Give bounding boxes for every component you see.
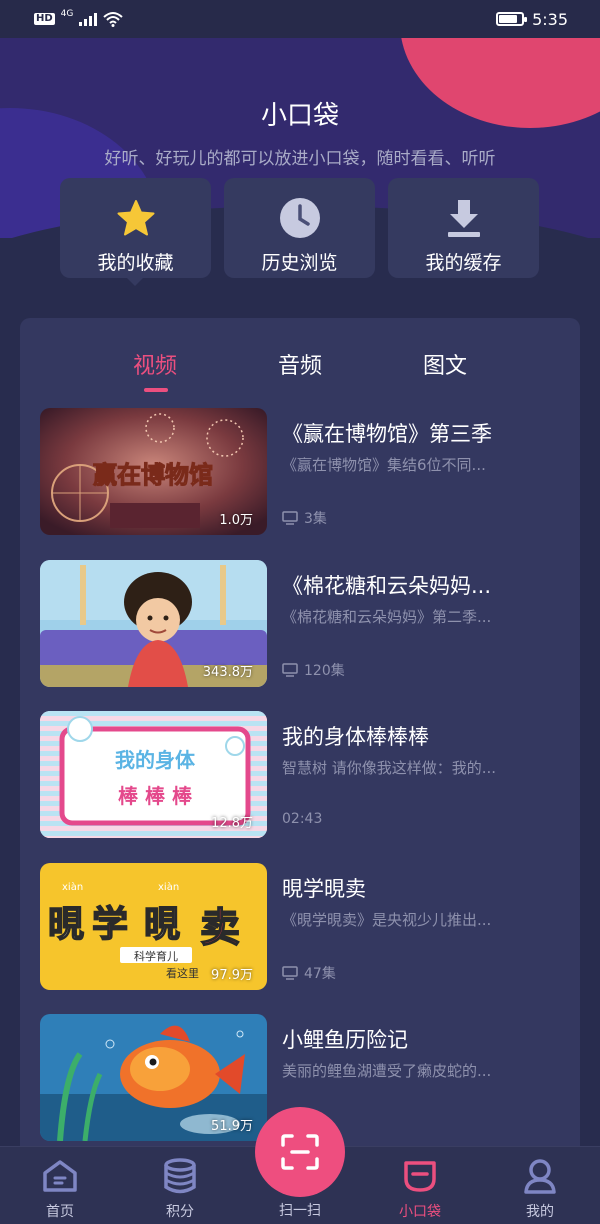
svg-text:晛: 晛 [144, 904, 180, 945]
nav-home-label: 首页 [46, 1204, 74, 1220]
clock-icon [279, 197, 321, 239]
media-tabs: 视频 音频 图文 [20, 348, 580, 398]
clock-time: 5:35 [532, 9, 568, 29]
video-duration: 02:43 [282, 811, 323, 827]
status-left: HD 4G [34, 9, 124, 27]
video-meta: 120集 [282, 660, 345, 680]
nav-pocket-label: 小口袋 [399, 1204, 441, 1220]
nav-pocket[interactable]: 小口袋 [380, 1147, 460, 1224]
video-meta: 3集 [282, 508, 327, 528]
video-item[interactable]: 我的身体 棒 棒 棒 12.8万 我的身体棒棒棒 智慧树 请你像我这样做：我的.… [40, 711, 560, 838]
signal-icon [79, 12, 98, 26]
episodes-icon [282, 663, 298, 677]
thumbnail-subtitle: 科学育儿 [134, 949, 178, 963]
tab-audio[interactable]: 音频 [278, 348, 322, 380]
video-description: 《棉花糖和云朵妈妈》第二季... [282, 608, 492, 626]
nav-points-label: 积分 [166, 1204, 194, 1220]
video-thumbnail[interactable]: 51.9万 [40, 1014, 267, 1141]
video-thumbnail[interactable]: 343.8万 [40, 560, 267, 687]
page-subtitle: 好听、好玩儿的都可以放进小口袋，随时看看、听听 [104, 149, 496, 169]
quick-actions: 我的收藏 历史浏览 我的缓存 [60, 178, 540, 286]
nav-points[interactable]: 积分 [140, 1147, 220, 1224]
thumbnail-text: 赢在博物馆 [93, 461, 213, 489]
video-title: 《赢在博物馆》第三季 [282, 422, 492, 446]
episode-count: 120集 [304, 663, 345, 679]
page-title: 小口袋 [260, 101, 339, 131]
video-title: 我的身体棒棒棒 [282, 725, 429, 749]
hd-badge: HD [34, 13, 55, 25]
video-meta: 47集 [282, 963, 336, 983]
downloads-label: 我的缓存 [425, 252, 502, 274]
coins-icon [161, 1157, 199, 1195]
favorites-label: 我的收藏 [97, 252, 174, 274]
video-meta: 02:43 [282, 811, 322, 827]
status-right: 5:35 [496, 10, 568, 29]
home-icon [41, 1157, 79, 1195]
video-description: 智慧树 请你像我这样做：我的... [282, 759, 497, 777]
video-description: 《赢在博物馆》集结6位不同... [282, 456, 486, 474]
video-thumbnail[interactable]: xiàn xiàn 晛 学 晛 卖 科学育儿 看这里 97.9万 [40, 863, 267, 990]
video-thumbnail[interactable]: 赢在博物馆 1.0万 [40, 408, 267, 535]
thumbnail-subtitle-2: 看这里 [166, 966, 199, 980]
network-type: 4G [60, 9, 74, 19]
nav-profile-label: 我的 [526, 1204, 554, 1220]
history-label: 历史浏览 [261, 252, 338, 274]
scan-button[interactable] [255, 1107, 345, 1197]
video-title: 晛学晛卖 [282, 877, 366, 901]
svg-text:晛: 晛 [48, 904, 84, 945]
episode-count: 47集 [304, 966, 336, 982]
svg-text:我的身体: 我的身体 [115, 748, 196, 772]
tab-indicator [144, 388, 168, 392]
star-icon [115, 197, 157, 239]
downloads-button[interactable]: 我的缓存 [388, 178, 539, 278]
view-count: 12.8万 [211, 816, 253, 831]
tab-article[interactable]: 图文 [423, 348, 467, 380]
thumbnail-pinyin: xiàn [158, 881, 179, 893]
nav-scan-label[interactable]: 扫一扫 [260, 1200, 340, 1220]
view-count: 1.0万 [219, 513, 253, 528]
svg-text:棒 棒 棒: 棒 棒 棒 [118, 784, 193, 808]
view-count: 97.9万 [211, 968, 253, 983]
content-panel: 视频 音频 图文 赢在博物馆 1.0万 《赢在博物馆》第三季 《赢在博物馆》集结… [20, 318, 580, 1158]
pocket-icon [401, 1157, 439, 1195]
episodes-icon [282, 511, 298, 525]
thumbnail-pinyin: xiàn [62, 881, 83, 893]
svg-text:学: 学 [92, 903, 128, 945]
video-description: 美丽的鲤鱼湖遭受了癞皮蛇的... [282, 1062, 492, 1080]
status-bar: HD 4G 5:35 [0, 0, 600, 38]
history-button[interactable]: 历史浏览 [224, 178, 375, 278]
favorites-button[interactable]: 我的收藏 [60, 178, 211, 286]
tab-video[interactable]: 视频 [133, 348, 177, 380]
video-item[interactable]: 343.8万 《棉花糖和云朵妈妈... 《棉花糖和云朵妈妈》第二季... 120… [40, 560, 560, 687]
video-title: 小鲤鱼历险记 [282, 1028, 408, 1052]
video-thumbnail[interactable]: 我的身体 棒 棒 棒 12.8万 [40, 711, 267, 838]
video-item[interactable]: 赢在博物馆 1.0万 《赢在博物馆》第三季 《赢在博物馆》集结6位不同... 3… [40, 408, 560, 535]
wifi-icon [103, 12, 124, 27]
episodes-icon [282, 966, 298, 980]
video-title: 《棉花糖和云朵妈妈... [282, 574, 492, 598]
episode-count: 3集 [304, 511, 327, 527]
download-icon [443, 197, 485, 239]
nav-profile[interactable]: 我的 [500, 1147, 580, 1224]
scan-icon [281, 1134, 319, 1170]
video-description: 《晛学晛卖》是央视少儿推出... [282, 911, 492, 929]
view-count: 51.9万 [211, 1119, 253, 1134]
nav-home[interactable]: 首页 [20, 1147, 100, 1224]
battery-icon [496, 12, 528, 26]
video-item[interactable]: xiàn xiàn 晛 学 晛 卖 科学育儿 看这里 97.9万 晛学晛卖 《晛… [40, 863, 560, 990]
profile-icon [521, 1157, 559, 1195]
view-count: 343.8万 [202, 665, 253, 680]
svg-text:卖: 卖 [200, 905, 240, 951]
battery-level [499, 15, 517, 23]
